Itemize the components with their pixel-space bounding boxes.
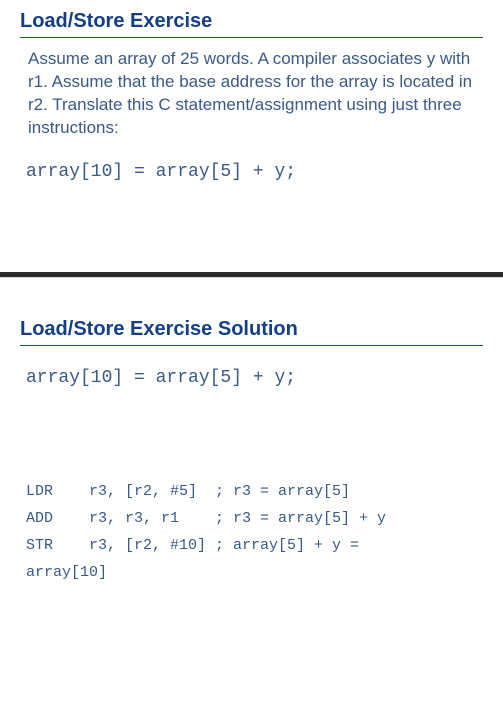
asm-line-str: STR r3, [r2, #10] ; array[5] + y = bbox=[26, 532, 483, 559]
asm-line-ldr: LDR r3, [r2, #5] ; r3 = array[5] bbox=[26, 478, 483, 505]
slide-title: Load/Store Exercise bbox=[20, 10, 483, 38]
asm-line-continuation: array[10] bbox=[26, 559, 483, 586]
c-statement-code: array[10] = array[5] + y; bbox=[26, 368, 483, 388]
exercise-description: Assume an array of 25 words. A compiler … bbox=[28, 48, 483, 140]
assembly-listing: LDR r3, [r2, #5] ; r3 = array[5] ADD r3,… bbox=[26, 478, 483, 586]
c-statement-code: array[10] = array[5] + y; bbox=[26, 162, 483, 182]
slide-solution: Load/Store Exercise Solution array[10] =… bbox=[0, 278, 503, 601]
asm-line-add: ADD r3, r3, r1 ; r3 = array[5] + y bbox=[26, 505, 483, 532]
slide-title: Load/Store Exercise Solution bbox=[20, 318, 483, 346]
slide-exercise: Load/Store Exercise Assume an array of 2… bbox=[0, 0, 503, 272]
